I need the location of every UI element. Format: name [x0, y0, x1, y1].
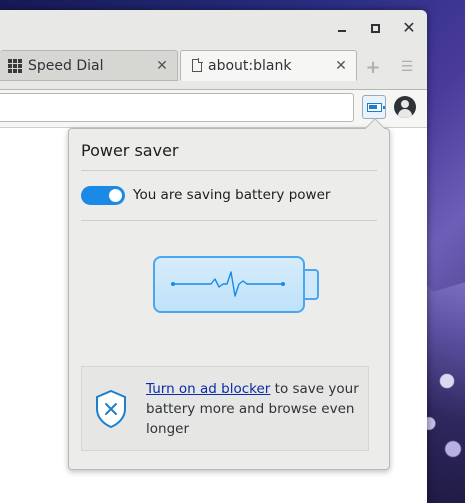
popup-title: Power saver: [81, 141, 179, 160]
address-input[interactable]: [0, 93, 354, 122]
divider: [81, 220, 377, 221]
divider: [81, 170, 377, 171]
document-icon: [192, 58, 203, 72]
ad-blocker-text: Turn on ad blocker to save your battery …: [146, 379, 371, 439]
profile-button[interactable]: [394, 96, 416, 118]
speed-dial-grid-icon: [8, 58, 22, 73]
toggle-label: You are saving battery power: [133, 187, 331, 203]
battery-cap: [305, 269, 319, 300]
shield-icon: [96, 389, 126, 429]
address-bar-row: [0, 90, 427, 128]
power-saver-toggle[interactable]: [81, 186, 125, 205]
minimize-icon: [338, 30, 346, 32]
tab-label: Speed Dial: [28, 57, 104, 74]
tab-menu-button[interactable]: ☰: [396, 56, 418, 78]
tab-speed-dial[interactable]: Speed Dial ✕: [0, 50, 178, 81]
minimize-button[interactable]: [332, 18, 352, 38]
tab-close-icon[interactable]: ✕: [155, 58, 169, 74]
browser-window: ✕ Speed Dial ✕ about:blank ✕ + ☰ Power s…: [0, 10, 427, 503]
turn-on-ad-blocker-link[interactable]: Turn on ad blocker: [146, 381, 270, 397]
new-tab-button[interactable]: +: [362, 56, 384, 78]
tab-label: about:blank: [208, 57, 292, 74]
power-saver-popup: Power saver You are saving battery power…: [68, 118, 390, 470]
maximize-icon: [370, 23, 380, 33]
toggle-knob: [109, 189, 122, 202]
battery-icon: [366, 102, 385, 112]
titlebar: ✕: [0, 10, 427, 46]
menu-icon: ☰: [400, 59, 414, 75]
tab-close-icon[interactable]: ✕: [334, 58, 348, 74]
tab-about-blank[interactable]: about:blank ✕: [180, 50, 357, 81]
battery-pulse-icon: [171, 271, 285, 297]
power-saver-button[interactable]: [362, 95, 386, 119]
maximize-button[interactable]: [365, 18, 385, 38]
close-window-button[interactable]: ✕: [399, 18, 419, 38]
plus-icon: +: [365, 56, 381, 78]
tab-strip: Speed Dial ✕ about:blank ✕ + ☰: [0, 46, 427, 90]
user-icon: [401, 100, 409, 108]
close-icon: ✕: [402, 18, 416, 37]
